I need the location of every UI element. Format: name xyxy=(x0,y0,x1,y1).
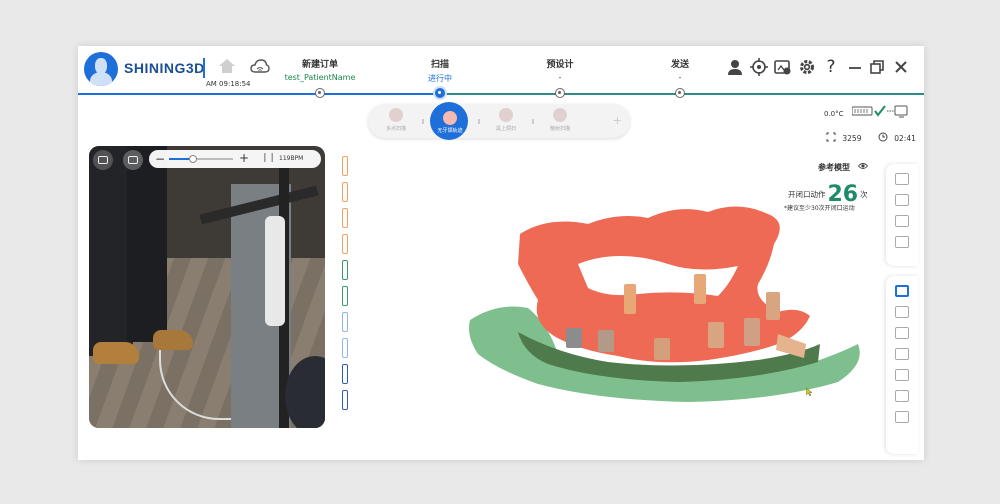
mirror-icon[interactable] xyxy=(895,369,909,381)
view-option-icon-3[interactable] xyxy=(895,215,909,227)
logo-icon xyxy=(84,52,118,86)
step-node-scan[interactable] xyxy=(435,88,445,98)
zoom-out-icon[interactable]: − xyxy=(155,151,165,167)
upper-jaw-icon xyxy=(499,108,513,122)
camera-preview: − + ❙❙ 119BPM xyxy=(89,146,325,428)
scan-counter-row: 3259 02:41 xyxy=(826,132,916,143)
reference-model-title: 参考模型 xyxy=(818,163,850,172)
slider-handle[interactable] xyxy=(189,155,198,163)
clock-time: AM 09:18:54 xyxy=(206,80,251,88)
camera-icon xyxy=(98,156,108,164)
scan-segment-strip[interactable] xyxy=(342,338,348,358)
home-icon[interactable] xyxy=(218,58,236,74)
gear-small-icon[interactable] xyxy=(895,348,909,360)
gear-icon[interactable] xyxy=(798,58,816,76)
brand-divider xyxy=(203,58,205,78)
light-icon[interactable] xyxy=(895,411,909,423)
step-node-send[interactable] xyxy=(675,88,685,98)
scan-segment-strip[interactable] xyxy=(342,390,348,410)
camera-settings-icon xyxy=(128,156,138,164)
scatter-icon xyxy=(553,108,567,122)
jaw-icon xyxy=(443,111,457,125)
trim-icon[interactable] xyxy=(895,327,909,339)
view-option-icon-2[interactable] xyxy=(895,194,909,206)
view-option-icon-4[interactable] xyxy=(895,236,909,248)
device-connected-icon xyxy=(852,105,908,118)
cube-view-icon[interactable] xyxy=(895,306,909,318)
frame-count: 3259 xyxy=(842,134,862,143)
clock-icon xyxy=(878,132,888,142)
brand-name: SHINING3D xyxy=(124,60,205,76)
help-icon[interactable]: ? xyxy=(822,58,840,76)
eye-icon[interactable] xyxy=(858,162,868,170)
frame-count-icon xyxy=(826,132,836,142)
temperature-readout: 0.0°C xyxy=(824,110,844,118)
add-tool-icon[interactable]: + xyxy=(613,114,622,127)
workflow-progress-line xyxy=(78,93,924,95)
tool-edentulous-trajectory[interactable]: 无牙颌轨迹 xyxy=(430,102,470,140)
screenshot-icon[interactable] xyxy=(774,58,792,76)
scan-segment-strip[interactable] xyxy=(342,260,348,280)
user-icon[interactable] xyxy=(726,58,744,76)
pause-icon[interactable]: ❙❙ xyxy=(261,153,276,163)
camera-slider[interactable] xyxy=(169,155,233,163)
scan-segment-strip[interactable] xyxy=(342,286,348,306)
mouse-cursor-icon xyxy=(806,388,812,396)
scan-mode-toolbar: 多点扫描 无牙颌轨迹 黑上颌扫 散射扫描 + xyxy=(368,102,630,140)
tool-panel xyxy=(886,276,918,454)
close-icon[interactable] xyxy=(892,58,910,76)
view-options-panel xyxy=(886,164,918,266)
target-icon[interactable] xyxy=(750,58,768,76)
scan-segment-strip[interactable] xyxy=(342,234,348,254)
scan-segment-strip[interactable] xyxy=(342,208,348,228)
zoom-in-icon[interactable]: + xyxy=(239,150,249,166)
scan-select-icon[interactable] xyxy=(895,285,909,297)
tool-upper-scan[interactable]: 黑上颌扫 xyxy=(486,104,526,138)
tool-multi-point-scan[interactable]: 多点扫描 xyxy=(376,104,416,138)
restore-icon[interactable] xyxy=(868,58,886,76)
camera-settings-button[interactable] xyxy=(123,150,143,170)
bpm-readout: 119BPM xyxy=(279,155,304,162)
tool-scatter-scan[interactable]: 散射扫描 xyxy=(540,104,580,138)
step-new-order[interactable]: 新建订单 test_PatientName xyxy=(270,57,370,82)
camera-control-bar: − + ❙❙ 119BPM xyxy=(149,150,321,168)
camera-capture-button[interactable] xyxy=(93,150,113,170)
step-node-new-order[interactable] xyxy=(315,88,325,98)
scanner-device xyxy=(265,216,285,326)
step-send[interactable]: 发送 - xyxy=(630,57,730,82)
step-node-pre-design[interactable] xyxy=(555,88,565,98)
app-window: SHINING3D AM 09:18:54 新建订单 test_PatientN… xyxy=(78,46,924,460)
step-pre-design[interactable]: 预设计 - xyxy=(510,57,610,82)
person-icon[interactable] xyxy=(895,390,909,402)
scan-timer: 02:41 xyxy=(894,134,916,143)
cloud-wifi-icon[interactable] xyxy=(250,58,270,74)
scan-segment-strip[interactable] xyxy=(342,312,348,332)
scan-segment-strip[interactable] xyxy=(342,182,348,202)
scan-segment-strip[interactable] xyxy=(342,156,348,176)
step-scan[interactable]: 扫描 进行中 xyxy=(390,57,490,84)
minimize-icon[interactable] xyxy=(846,58,864,76)
tooth-scan-icon xyxy=(389,108,403,122)
view-option-icon-1[interactable] xyxy=(895,173,909,185)
scan-segment-strip[interactable] xyxy=(342,364,348,384)
dental-3d-model[interactable] xyxy=(458,204,878,404)
